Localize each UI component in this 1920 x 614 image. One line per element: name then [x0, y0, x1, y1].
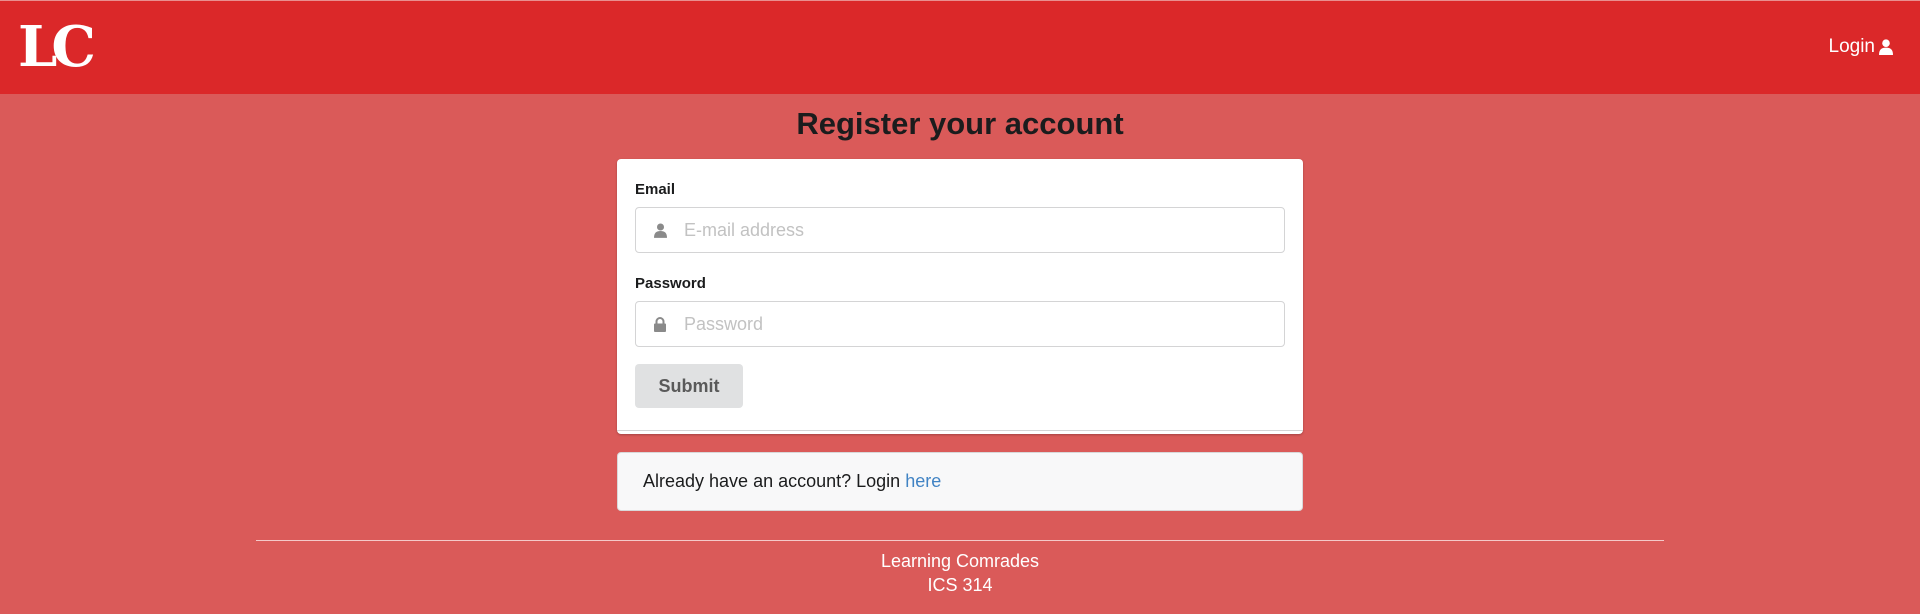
- login-prompt-text: Already have an account? Login: [643, 471, 906, 491]
- email-input[interactable]: [684, 219, 1264, 241]
- submit-button[interactable]: Submit: [635, 364, 743, 408]
- password-input[interactable]: [684, 313, 1264, 335]
- footer-course: ICS 314: [927, 575, 993, 595]
- login-prompt-message: Already have an account? Login here: [617, 452, 1303, 511]
- navbar: LC Login: [0, 0, 1920, 94]
- logo[interactable]: LC: [18, 17, 102, 73]
- password-field[interactable]: [635, 301, 1285, 347]
- password-label: Password: [635, 275, 706, 292]
- login-menu-item[interactable]: Login: [1828, 36, 1893, 58]
- footer-divider: [256, 540, 1664, 541]
- user-icon: [1879, 39, 1893, 55]
- email-field[interactable]: [635, 207, 1285, 253]
- page-title: Register your account: [796, 106, 1124, 141]
- footer-site-name: Learning Comrades: [880, 551, 1040, 571]
- login-label: Login: [1828, 36, 1876, 57]
- email-label: Email: [635, 181, 676, 198]
- user-icon: [636, 222, 684, 238]
- register-form: Email Password Submit: [617, 159, 1303, 434]
- login-here-link[interactable]: here: [905, 471, 941, 492]
- logo-text: LC: [18, 17, 93, 73]
- lock-icon: [636, 316, 684, 332]
